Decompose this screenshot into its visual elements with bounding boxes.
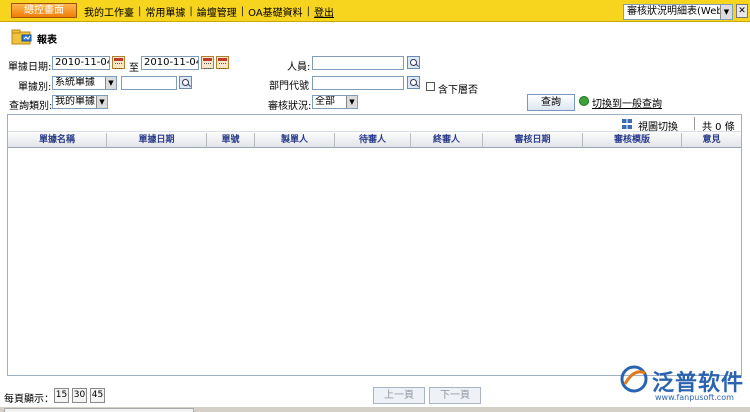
switch-icon <box>579 96 589 106</box>
query-type-label: 查詢類別: <box>9 101 53 112</box>
top-menu-bar: 總控畫面 我的工作臺 | 常用單據 | 論壇管理 | OA基礎資料 | 登出 審… <box>0 0 750 22</box>
query-type-select[interactable]: 我的單據 ▼ <box>52 95 108 109</box>
prev-page-button[interactable]: 上一頁 <box>373 387 425 404</box>
page-size-15-button[interactable]: 15 <box>54 388 69 403</box>
date-from-input[interactable]: 2010-11-04 <box>52 56 110 70</box>
query-button[interactable]: 查詢 <box>527 94 575 111</box>
menu-my-workbench[interactable]: 我的工作臺 <box>84 4 134 19</box>
dept-input[interactable] <box>312 76 404 90</box>
search-icon[interactable] <box>407 76 420 89</box>
include-sub-label: 含下層否 <box>438 85 478 96</box>
page-size-45-button[interactable]: 45 <box>90 388 105 403</box>
query-type-select-value: 我的單據 <box>55 96 95 107</box>
page-size-label: 每頁顯示： <box>4 394 54 405</box>
column-doc-number[interactable]: 單號 <box>207 133 255 148</box>
doc-type-select-value: 系統單據 <box>55 77 95 88</box>
report-view-select[interactable]: 審核狀況明細表(Web) ▼ <box>623 4 733 20</box>
page-size-30-button[interactable]: 30 <box>72 388 87 403</box>
column-doc-name[interactable]: 單據名稱 <box>8 133 107 148</box>
column-audit-date[interactable]: 審核日期 <box>483 133 583 148</box>
main-menu: 我的工作臺 | 常用單據 | 論壇管理 | OA基礎資料 | 登出 <box>84 4 334 19</box>
bottom-tab[interactable] <box>4 408 194 412</box>
report-grid: 視圖切換 共 0 條 單據名稱 單據日期 單號 製單人 待審人 終審人 審核日期… <box>7 114 742 376</box>
person-input[interactable] <box>312 56 404 70</box>
chevron-down-icon: ▼ <box>346 96 357 108</box>
calendar-clear-icon[interactable] <box>216 56 229 69</box>
close-icon[interactable]: ✕ <box>736 4 748 18</box>
report-folder-icon <box>11 29 32 45</box>
doc-type-extra-input[interactable] <box>121 76 177 90</box>
menu-separator: | <box>189 6 193 17</box>
grid-header: 單據名稱 單據日期 單號 製單人 待審人 終審人 審核日期 審核模版 意見 <box>8 133 741 148</box>
brand-url: www.fanpusoft.com <box>655 393 734 402</box>
brand-logo: 泛普软件 www.fanpusoft.com <box>619 364 744 408</box>
column-audit-template[interactable]: 審核模版 <box>583 133 682 148</box>
column-creator[interactable]: 製單人 <box>255 133 335 148</box>
date-to-input[interactable]: 2010-11-04 <box>141 56 199 70</box>
page-title: 報表 <box>37 35 57 46</box>
menu-oa-basic-data[interactable]: OA基礎資料 <box>248 4 303 19</box>
date-range-separator: 至 <box>129 63 139 74</box>
doc-type-select[interactable]: 系統單據 ▼ <box>52 76 117 90</box>
dept-label: 部門代號 <box>269 81 309 92</box>
next-page-button[interactable]: 下一頁 <box>429 387 481 404</box>
include-sub-checkbox[interactable] <box>426 82 435 91</box>
calendar-icon[interactable] <box>201 56 214 69</box>
column-pending-reviewer[interactable]: 待審人 <box>335 133 411 148</box>
report-view-select-value: 審核狀況明細表(Web) <box>627 6 727 17</box>
menu-common-documents[interactable]: 常用單據 <box>145 4 185 19</box>
grid-toolbar: 視圖切換 共 0 條 <box>8 115 741 133</box>
chevron-down-icon: ▼ <box>105 77 116 89</box>
audit-status-select-value: 全部 <box>315 96 335 107</box>
chevron-down-icon: ▼ <box>96 96 107 108</box>
home-button[interactable]: 總控畫面 <box>11 3 77 18</box>
menu-forum-management[interactable]: 論壇管理 <box>197 4 237 19</box>
audit-status-label: 審核狀況: <box>268 101 312 112</box>
calendar-icon[interactable] <box>112 56 125 69</box>
person-label: 人員: <box>287 62 311 73</box>
date-label: 單據日期: <box>8 62 52 73</box>
view-toggle-button[interactable]: 視圖切換 <box>638 118 678 133</box>
column-final-reviewer[interactable]: 終審人 <box>411 133 483 148</box>
column-comment[interactable]: 意見 <box>682 133 741 148</box>
chevron-down-icon: ▼ <box>720 5 732 19</box>
doc-type-label: 單據別: <box>18 82 52 93</box>
switch-to-normal-query-link[interactable]: 切換到一般查詢 <box>592 95 662 110</box>
column-doc-date[interactable]: 單據日期 <box>107 133 207 148</box>
audit-status-select[interactable]: 全部 ▼ <box>312 95 358 109</box>
toolbar-divider <box>694 117 695 130</box>
record-count: 共 0 條 <box>702 122 735 133</box>
brand-mark-icon <box>620 365 648 393</box>
menu-separator: | <box>138 6 142 17</box>
search-icon[interactable] <box>179 76 192 89</box>
view-toggle-icon[interactable] <box>622 119 632 129</box>
search-icon[interactable] <box>407 56 420 69</box>
menu-separator: | <box>306 6 311 17</box>
menu-separator: | <box>240 6 245 17</box>
menu-logout[interactable]: 登出 <box>314 4 334 19</box>
